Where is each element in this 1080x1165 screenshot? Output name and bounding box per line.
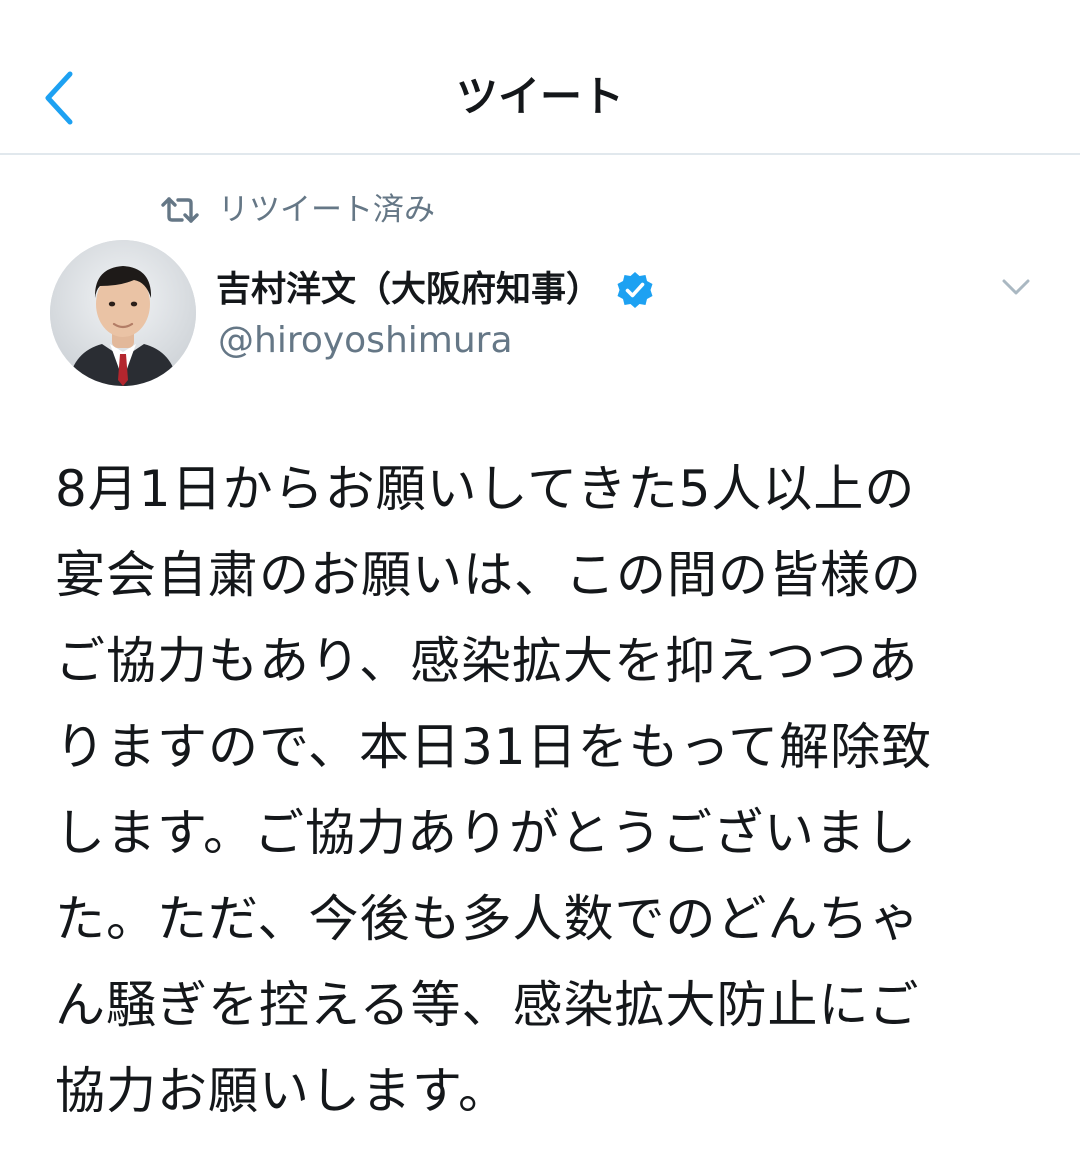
author-name-row[interactable]: 吉村洋文（大阪府知事） xyxy=(216,263,655,317)
avatar-photo xyxy=(50,240,196,386)
page-title: ツイート xyxy=(455,72,624,121)
author-handle[interactable]: @hiroyoshimura xyxy=(218,316,513,366)
chevron-down-icon[interactable] xyxy=(996,272,1036,302)
retweet-indicator: リツイート済み xyxy=(160,188,435,232)
avatar[interactable] xyxy=(50,240,196,386)
author-name[interactable]: 吉村洋文（大阪府知事） xyxy=(216,263,601,317)
retweet-label: リツイート済み xyxy=(218,192,435,228)
verified-badge-icon xyxy=(617,272,653,308)
tweet-detail-screen: ツイート リツイート済み 吉村洋文（大阪府知事） @hiroyoshimura … xyxy=(0,0,1080,1165)
navigation-bar: ツイート xyxy=(0,0,1080,155)
retweet-icon xyxy=(161,197,199,223)
tweet-text: 8月1日からお願いしてきた5人以上の 宴会自粛のお願いは、この間の皆様の ご協力… xyxy=(55,460,933,1120)
